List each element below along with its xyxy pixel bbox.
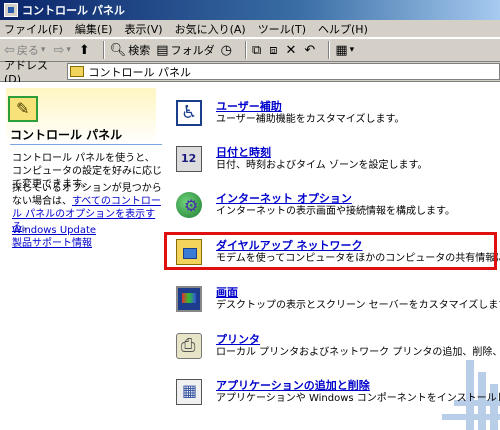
control-panel-item[interactable]: アプリケーションの追加と削除 アプリケーションや Windows コンポーネント… <box>176 379 500 405</box>
toolbar-separator <box>244 41 247 59</box>
left-pane-title: コントロール パネル <box>10 128 123 142</box>
item-title[interactable]: プリンタ <box>216 333 500 346</box>
content-area: コントロール パネル コントロール パネルを使うと、コンピュータの設定を好みに応… <box>0 82 500 430</box>
menu-help[interactable]: ヘルプ(H) <box>318 21 368 37</box>
search-icon: 🔍︎ <box>109 42 127 58</box>
dropdown-icon: ▾ <box>349 45 355 55</box>
views-icon: ▦ <box>335 42 348 58</box>
item-title[interactable]: インターネット オプション <box>216 192 455 205</box>
menu-tools[interactable]: ツール(T) <box>258 21 306 37</box>
back-arrow-icon: ⇦ <box>4 42 15 58</box>
delete-icon: ✕ <box>285 42 297 58</box>
title-underline <box>10 144 162 145</box>
item-description: デスクトップの表示とスクリーン セーバーをカスタマイズします。 <box>216 300 500 311</box>
highlight-box <box>164 232 497 270</box>
copy-to-icon: ⧈ <box>269 42 278 58</box>
left-pane-links: Windows Update 製品サポート情報 <box>12 224 162 250</box>
copy-to-button[interactable]: ⧈ <box>269 43 279 58</box>
menu-edit[interactable]: 編集(E) <box>75 21 113 37</box>
accessibility-icon <box>176 100 202 126</box>
window-title: コントロール パネル <box>22 4 125 17</box>
item-description: アプリケーションや Windows コンポーネントをインストールしたり、削除した… <box>216 393 500 404</box>
views-button[interactable]: ▦ ▾ <box>335 43 356 58</box>
item-description: 日付、時刻およびタイム ゾーンを設定します。 <box>216 160 428 171</box>
dropdown-icon: ▾ <box>40 45 46 55</box>
move-to-button[interactable]: ⧉ <box>252 43 263 58</box>
item-title[interactable]: ユーザー補助 <box>216 100 405 113</box>
search-button[interactable]: 🔍︎ 検索 <box>110 42 151 58</box>
menu-favorites[interactable]: お気に入り(A) <box>175 21 246 37</box>
item-title[interactable]: 日付と時刻 <box>216 146 427 159</box>
folder-icon <box>70 66 85 77</box>
folders-icon: ▤ <box>156 42 169 58</box>
forward-button[interactable]: ⇨ ▾ <box>53 43 72 58</box>
printer-icon <box>176 333 202 359</box>
history-button[interactable]: ◷ <box>221 43 234 58</box>
toolbar: ⇦ 戻る ▾ ⇨ ▾ ⬆ 🔍︎ 検索 ▤ フォルダ ◷ ⧉ ⧈ ✕ ↶ ▦ ▾ <box>0 38 500 62</box>
history-icon: ◷ <box>220 42 232 58</box>
menu-file[interactable]: ファイル(F) <box>4 21 63 37</box>
title-bar: コントロール パネル <box>0 0 500 20</box>
menu-view[interactable]: 表示(V) <box>124 21 162 37</box>
control-panel-item[interactable]: インターネット オプション インターネットの表示画面や接続情報を構成します。 <box>176 192 455 218</box>
display-icon <box>176 286 202 312</box>
folders-button[interactable]: ▤ フォルダ <box>156 42 214 58</box>
up-folder-button[interactable]: ⬆ <box>79 43 92 58</box>
dropdown-icon: ▾ <box>66 45 71 55</box>
up-folder-icon: ⬆ <box>78 42 90 58</box>
control-panel-large-icon <box>8 96 38 122</box>
undo-icon: ↶ <box>304 42 316 58</box>
menu-bar: ファイル(F) 編集(E) 表示(V) お気に入り(A) ツール(T) ヘルプ(… <box>0 20 500 38</box>
move-to-icon: ⧉ <box>251 42 262 58</box>
item-title[interactable]: アプリケーションの追加と削除 <box>216 379 500 392</box>
item-title[interactable]: 画面 <box>216 286 500 299</box>
internet-options-icon <box>176 192 202 218</box>
back-button[interactable]: ⇦ 戻る ▾ <box>4 42 47 58</box>
control-panel-item[interactable]: 日付と時刻 日付、時刻およびタイム ゾーンを設定します。 <box>176 146 427 172</box>
control-panel-icon <box>4 3 18 17</box>
delete-button[interactable]: ✕ <box>286 43 299 58</box>
date-time-icon <box>176 146 202 172</box>
add-remove-programs-icon <box>176 379 202 405</box>
item-description: ローカル プリンタおよびネットワーク プリンタの追加、削除、構成を行います。 <box>216 347 500 358</box>
address-value: コントロール パネル <box>88 65 191 79</box>
control-panel-item[interactable]: ユーザー補助 ユーザー補助機能をカスタマイズします。 <box>176 100 405 126</box>
control-panel-item[interactable]: 画面 デスクトップの表示とスクリーン セーバーをカスタマイズします。 <box>176 286 500 312</box>
control-panel-item[interactable]: プリンタ ローカル プリンタおよびネットワーク プリンタの追加、削除、構成を行い… <box>176 333 500 359</box>
product-support-link[interactable]: 製品サポート情報 <box>12 238 92 249</box>
left-pane: コントロール パネル コントロール パネルを使うと、コンピュータの設定を好みに応… <box>0 82 170 430</box>
address-bar: アドレス(D) コントロール パネル <box>0 59 500 86</box>
windows-update-link[interactable]: Windows Update <box>12 225 96 236</box>
toolbar-separator <box>102 41 105 59</box>
toolbar-separator <box>328 41 331 59</box>
address-field[interactable]: コントロール パネル <box>67 63 500 80</box>
item-description: ユーザー補助機能をカスタマイズします。 <box>216 114 405 125</box>
undo-button[interactable]: ↶ <box>304 43 317 58</box>
item-description: インターネットの表示画面や接続情報を構成します。 <box>216 206 455 217</box>
forward-arrow-icon: ⇨ <box>53 42 65 58</box>
